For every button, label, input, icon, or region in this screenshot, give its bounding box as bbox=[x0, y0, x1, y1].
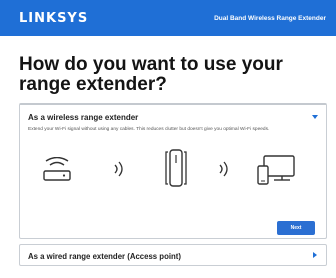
wifi-signal-icon bbox=[114, 161, 123, 177]
wireless-diagram bbox=[20, 145, 326, 195]
wifi-signal-icon bbox=[219, 161, 228, 177]
option-wireless-description: Extend your Wi-Fi signal without using a… bbox=[28, 127, 270, 132]
option-wireless-title[interactable]: As a wireless range extender bbox=[28, 113, 138, 122]
product-name: Dual Band Wireless Range Extender bbox=[214, 14, 326, 22]
top-bar: LINKSYS Dual Band Wireless Range Extende… bbox=[0, 0, 336, 36]
option-wireless-card[interactable]: As a wireless range extender Extend your… bbox=[19, 103, 327, 239]
next-button[interactable]: Next bbox=[277, 221, 315, 235]
page-title: How do you want to use your range extend… bbox=[19, 54, 283, 95]
devices-icon bbox=[257, 155, 295, 185]
linksys-logo: LINKSYS bbox=[19, 10, 89, 26]
option-wired-card[interactable]: As a wired range extender (Access point) bbox=[19, 244, 327, 266]
option-wired-title[interactable]: As a wired range extender (Access point) bbox=[28, 252, 181, 261]
router-icon bbox=[43, 157, 71, 181]
chevron-down-icon[interactable] bbox=[312, 115, 318, 119]
range-extender-icon bbox=[165, 149, 187, 187]
chevron-right-icon[interactable] bbox=[313, 252, 317, 258]
